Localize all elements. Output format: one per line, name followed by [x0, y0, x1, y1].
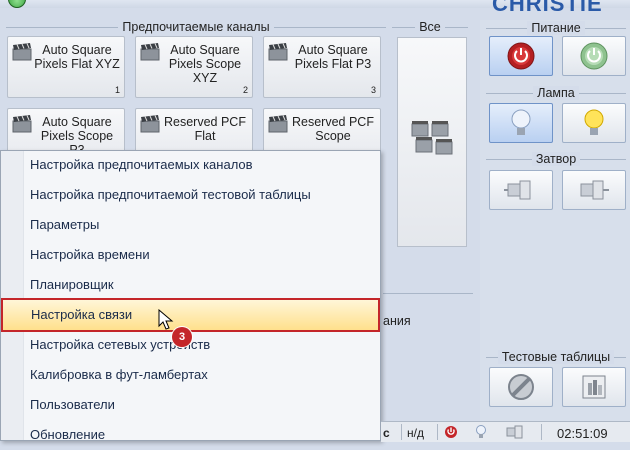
test-pattern-icon [582, 375, 606, 399]
channel-number: 1 [114, 85, 120, 95]
shutter-status-icon [506, 425, 523, 439]
no-pattern-icon [508, 374, 534, 400]
all-channels-button[interactable] [397, 37, 467, 247]
brand-logo: CHRISTIE [492, 0, 603, 16]
menu-item[interactable]: Планировщик [2, 270, 378, 300]
channel-tile[interactable]: Auto Square Pixels Flat XYZ 1 [7, 36, 125, 98]
status-separator [541, 424, 542, 440]
clapperboard-icon [140, 43, 160, 61]
status-separator [401, 424, 402, 440]
menu-item[interactable]: Настройка предпочитаемых каналов [2, 150, 378, 180]
status-time: 02:51:09 [557, 426, 608, 441]
channel-tile[interactable]: Auto Square Pixels Flat P3 3 [263, 36, 381, 98]
power-on-icon [580, 42, 608, 70]
clapperboard-icon [12, 115, 32, 133]
power-group-title: Питание [486, 21, 626, 35]
bulb-off-icon [511, 109, 531, 135]
status-left-fragment: с [383, 426, 390, 440]
channel-label: Auto Square Pixels Flat P3 [294, 43, 372, 71]
power-off-icon [507, 42, 535, 70]
clapperboard-icon [12, 43, 32, 61]
menu-item[interactable]: Настройка времени [2, 240, 378, 270]
power-off-button[interactable] [489, 36, 553, 76]
step-badge: 3 [172, 327, 192, 347]
lamp-group-title: Лампа [486, 86, 626, 100]
menu-item[interactable]: Параметры [2, 210, 378, 240]
channel-label: Auto Square Pixels Scope XYZ [168, 43, 242, 85]
lamp-off-button[interactable] [489, 103, 553, 143]
lamp-on-button[interactable] [562, 103, 626, 143]
shutter-group-title: Затвор [486, 152, 626, 166]
clapperboard-icon [268, 115, 288, 133]
status-separator [437, 424, 438, 440]
test-tables-group-title: Тестовые таблицы [486, 350, 626, 364]
shutter-close-button[interactable] [562, 170, 626, 210]
lamp-status-icon [476, 425, 486, 438]
mouse-cursor-icon [158, 309, 174, 330]
channel-number: 2 [242, 85, 248, 95]
menu-item-connection-settings[interactable]: Настройка связи [1, 298, 380, 332]
partial-label: ания [383, 314, 411, 328]
channel-tile[interactable]: Auto Square Pixels Scope XYZ 2 [135, 36, 253, 98]
channel-label: Reserved PCF Flat [164, 115, 246, 143]
menu-item[interactable]: Пользователи [2, 390, 378, 420]
shutter-open-icon [504, 180, 531, 200]
power-on-button[interactable] [562, 36, 626, 76]
test-pattern-off-button[interactable] [489, 367, 553, 407]
status-bar: с н/д 02:51:09 [381, 421, 630, 442]
channel-label: Reserved PCF Scope [292, 115, 374, 143]
channels-group-title: Предпочитаемые каналы [6, 20, 386, 34]
shutter-open-button[interactable] [489, 170, 553, 210]
power-status-icon [445, 426, 457, 438]
channel-number: 3 [370, 85, 376, 95]
test-pattern-button[interactable] [562, 367, 626, 407]
status-mode: н/д [407, 426, 424, 440]
shutter-close-icon [580, 180, 609, 200]
channel-label: Auto Square Pixels Flat XYZ [34, 43, 120, 71]
menu-item[interactable]: Обновление [2, 420, 378, 450]
hidden-group-divider [383, 293, 473, 294]
clapperboard-icon [268, 43, 288, 61]
bulb-on-icon [584, 109, 604, 135]
all-group-title: Все [392, 20, 468, 34]
menu-item[interactable]: Калибровка в фут-ламбертах [2, 360, 378, 390]
menu-item[interactable]: Настройка предпочитаемой тестовой таблиц… [2, 180, 378, 210]
all-channels-icon [411, 121, 453, 155]
clapperboard-icon [140, 115, 160, 133]
